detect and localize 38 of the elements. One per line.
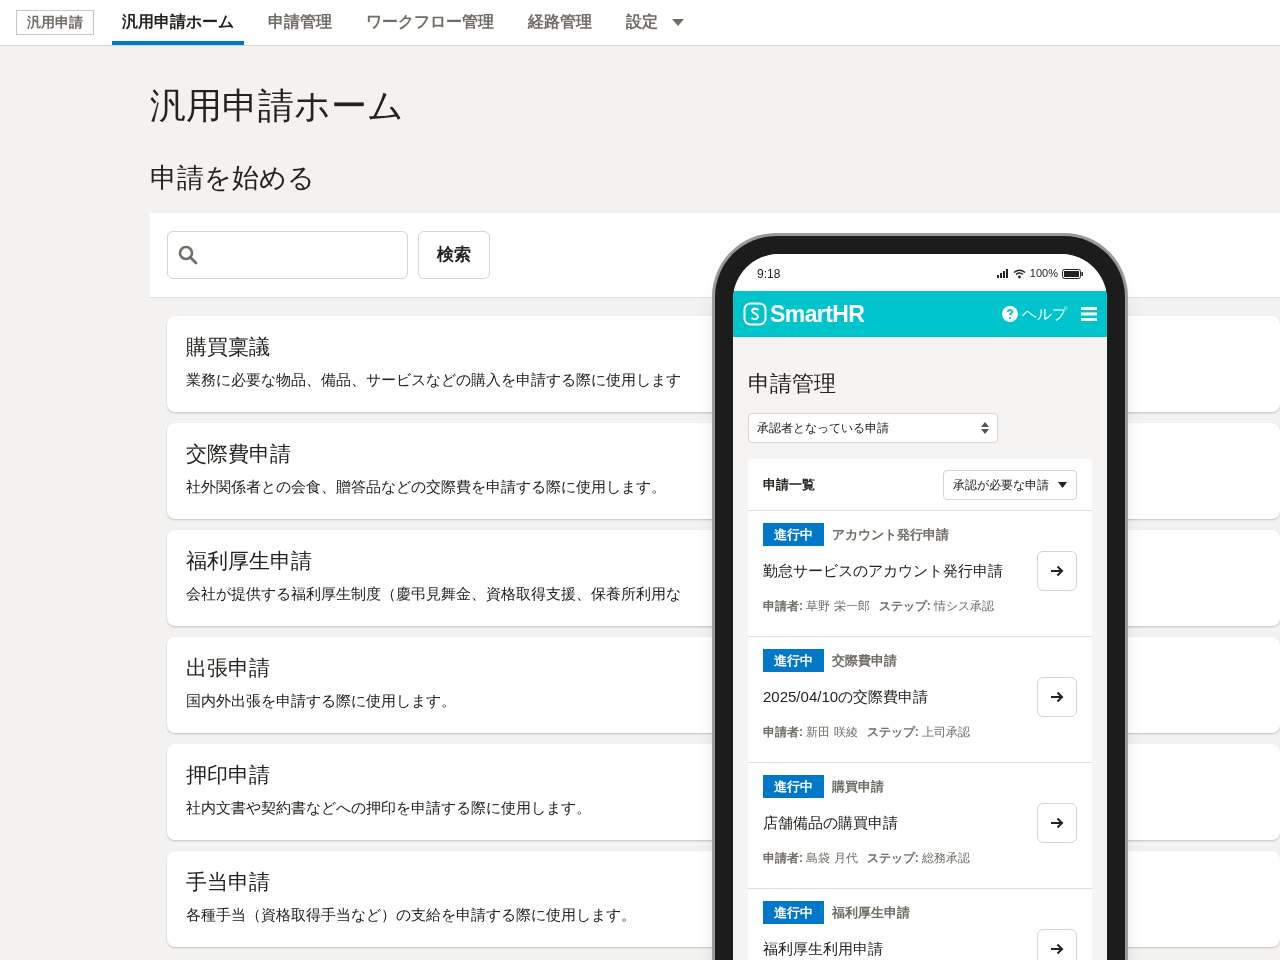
card-description: 各種手当（資格取得手当など）の支給を申請する際に使用します。 (186, 905, 636, 925)
app-label: 汎用申請 (16, 10, 94, 35)
card-description: 社外関係者との会食、贈答品などの交際費を申請する際に使用します。 (186, 477, 666, 497)
section-title: 申請を始める (150, 162, 315, 195)
request-type: 福利厚生申請 (832, 903, 910, 922)
card-title: 交際費申請 (186, 441, 291, 467)
request-name: 2025/04/10の交際費申請 (763, 686, 929, 707)
battery-percent: 100% (1029, 266, 1058, 282)
request-name: 店舗備品の購買申請 (763, 812, 898, 833)
card-description: 業務に必要な物品、備品、サービスなどの購入を申請する際に使用します (186, 370, 681, 390)
screen-title: 申請管理 (748, 370, 836, 398)
card-title: 出張申請 (186, 655, 270, 681)
card-description: 国内外出張を申請する際に使用します。 (186, 691, 456, 711)
request-type: 購買申請 (832, 777, 884, 796)
request-type: 交際費申請 (832, 651, 897, 670)
card-description: 社内文書や契約書などへの押印を申請する際に使用します。 (186, 798, 591, 818)
card-title: 押印申請 (186, 762, 270, 788)
step-info: ステップ: 総務承認 (866, 850, 970, 867)
request-name: 福利厚生利用申請 (763, 938, 883, 959)
applicant-info: 申請者: 新田 咲綾 (763, 724, 858, 741)
step-info: ステップ: 情シス承認 (878, 598, 994, 615)
list-title: 申請一覧 (763, 475, 815, 494)
request-name: 勤怠サービスのアカウント発行申請 (763, 560, 1003, 581)
page-title: 汎用申請ホーム (150, 84, 404, 128)
brand-name: SmartHR (770, 299, 865, 329)
applicant-info: 申請者: 島袋 月代 (763, 850, 858, 867)
request-type: アカウント発行申請 (832, 525, 949, 544)
card-title: 福利厚生申請 (186, 548, 312, 574)
card-title: 購買稟議 (186, 334, 270, 360)
status-badge: 進行中 (763, 649, 824, 672)
status-badge: 進行中 (763, 775, 824, 798)
status-badge: 進行中 (763, 523, 824, 546)
status-time: 9:18 (757, 265, 781, 283)
status-badge: 進行中 (763, 901, 824, 924)
card-title: 手当申請 (186, 869, 270, 895)
card-description: 会社が提供する福利厚生制度（慶弔見舞金、資格取得支援、保養所利用な (186, 584, 681, 604)
step-info: ステップ: 上司承認 (866, 724, 970, 741)
applicant-info: 申請者: 草野 栄一郎 (763, 598, 870, 615)
